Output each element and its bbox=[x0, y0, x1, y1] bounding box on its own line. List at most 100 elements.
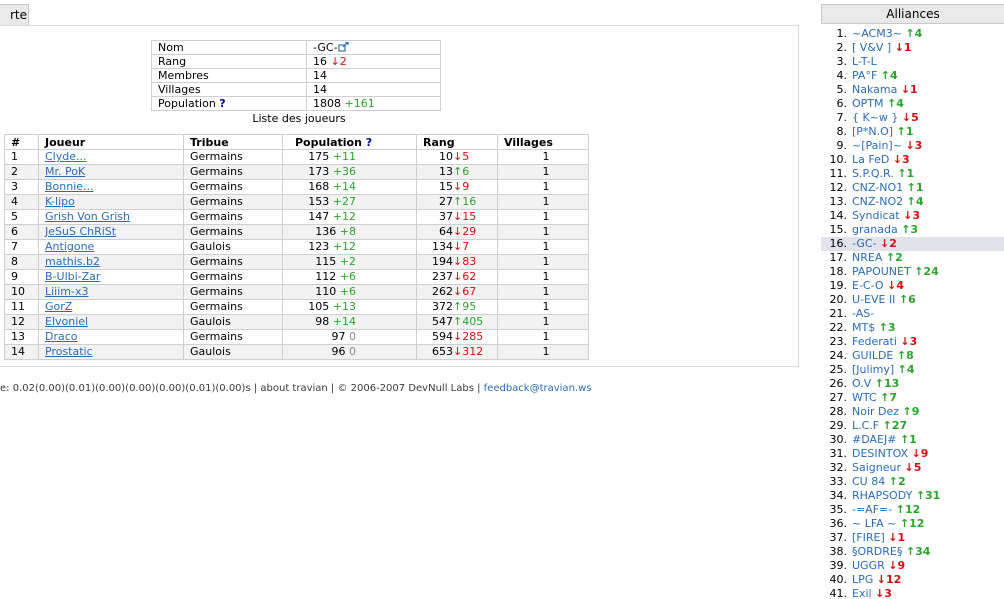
player-link[interactable]: GorZ bbox=[45, 300, 72, 313]
alliance-name[interactable]: L-T-L bbox=[852, 55, 877, 68]
alliance-item[interactable]: 11. S.P.Q.R. ↑1 bbox=[821, 167, 1004, 181]
alliance-name[interactable]: O.V bbox=[852, 377, 871, 390]
alliance-name[interactable]: PAPOUNET bbox=[852, 265, 911, 278]
player-link[interactable]: Draco bbox=[45, 330, 78, 343]
alliance-name[interactable]: CNZ-NO2 bbox=[852, 195, 903, 208]
alliance-item[interactable]: 16. -GC- ↓2 bbox=[821, 237, 1004, 251]
alliance-name[interactable]: OPTM bbox=[852, 97, 884, 110]
alliance-name[interactable]: U-EVE II bbox=[852, 293, 895, 306]
player-link[interactable]: Bonnie... bbox=[45, 180, 94, 193]
alliance-item[interactable]: 37. [FIRE] ↓1 bbox=[821, 531, 1004, 545]
alliance-name[interactable]: Syndicat bbox=[852, 209, 900, 222]
alliance-item[interactable]: 28. Noir Dez ↑9 bbox=[821, 405, 1004, 419]
alliance-item[interactable]: 10. La FeD ↓3 bbox=[821, 153, 1004, 167]
alliance-item[interactable]: 12. CNZ-NO1 ↑1 bbox=[821, 181, 1004, 195]
alliance-item[interactable]: 25. [Julimy] ↑4 bbox=[821, 363, 1004, 377]
alliance-item[interactable]: 39. UGGR ↓9 bbox=[821, 559, 1004, 573]
player-link[interactable]: B-Ulbi-Zar bbox=[45, 270, 100, 283]
alliance-name[interactable]: #DAEJ# bbox=[852, 433, 896, 446]
alliance-item[interactable]: 22. MT$ ↑3 bbox=[821, 321, 1004, 335]
map-tab[interactable]: rte bbox=[0, 4, 29, 26]
alliance-item[interactable]: 15. granada ↑3 bbox=[821, 223, 1004, 237]
alliance-name[interactable]: -=AF=- bbox=[852, 503, 892, 516]
alliance-item[interactable]: 1. ~ACM3~ ↑4 bbox=[821, 27, 1004, 41]
player-link[interactable]: Liiim-x3 bbox=[45, 285, 89, 298]
alliance-item[interactable]: 6. OPTM ↑4 bbox=[821, 97, 1004, 111]
alliance-name[interactable]: -GC- bbox=[852, 237, 877, 250]
alliance-item[interactable]: 4. PA°F ↑4 bbox=[821, 69, 1004, 83]
alliance-item[interactable]: 27. WTC ↑7 bbox=[821, 391, 1004, 405]
alliance-name[interactable]: ~ LFA ~ bbox=[852, 517, 896, 530]
alliance-item[interactable]: 2. [ V&V ] ↓1 bbox=[821, 41, 1004, 55]
alliance-item[interactable]: 13. CNZ-NO2 ↑4 bbox=[821, 195, 1004, 209]
alliance-name[interactable]: MT$ bbox=[852, 321, 875, 334]
alliance-item[interactable]: 41. Exil ↓3 bbox=[821, 587, 1004, 599]
alliance-name[interactable]: { K~w } bbox=[852, 111, 898, 124]
alliance-name[interactable]: Nakama bbox=[852, 83, 897, 96]
external-link-icon[interactable] bbox=[337, 41, 349, 52]
player-link[interactable]: Mr. PoK bbox=[45, 165, 85, 178]
alliance-item[interactable]: 38. §ORDRE§ ↑34 bbox=[821, 545, 1004, 559]
alliance-item[interactable]: 34. RHAPSODY ↑31 bbox=[821, 489, 1004, 503]
alliance-name[interactable]: LPG bbox=[852, 573, 873, 586]
player-link[interactable]: Clyde... bbox=[45, 150, 87, 163]
alliance-item[interactable]: 8. [P*N.O] ↑1 bbox=[821, 125, 1004, 139]
alliance-name[interactable]: -AS- bbox=[852, 307, 874, 320]
alliance-item[interactable]: 23. Federati ↓3 bbox=[821, 335, 1004, 349]
alliance-name[interactable]: granada bbox=[852, 223, 898, 236]
player-link[interactable]: Antigone bbox=[45, 240, 94, 253]
alliance-name[interactable]: DESINTOX bbox=[852, 447, 908, 460]
alliance-item[interactable]: 24. GUILDE ↑8 bbox=[821, 349, 1004, 363]
alliance-name[interactable]: CU 84 bbox=[852, 475, 885, 488]
player-link[interactable]: mathis.b2 bbox=[45, 255, 100, 268]
alliance-item[interactable]: 5. Nakama ↓1 bbox=[821, 83, 1004, 97]
alliance-name[interactable]: [P*N.O] bbox=[852, 125, 893, 138]
alliance-item[interactable]: 3. L-T-L bbox=[821, 55, 1004, 69]
alliance-name[interactable]: NREA bbox=[852, 251, 882, 264]
alliance-name[interactable]: La FeD bbox=[852, 153, 889, 166]
alliance-item[interactable]: 9. ~[Pain]~ ↓3 bbox=[821, 139, 1004, 153]
help-icon[interactable]: ? bbox=[219, 97, 225, 110]
alliance-name[interactable]: Federati bbox=[852, 335, 897, 348]
alliance-item[interactable]: 36. ~ LFA ~ ↑12 bbox=[821, 517, 1004, 531]
alliance-item[interactable]: 14. Syndicat ↓3 bbox=[821, 209, 1004, 223]
alliance-name[interactable]: PA°F bbox=[852, 69, 877, 82]
alliance-name[interactable]: GUILDE bbox=[852, 349, 893, 362]
alliance-item[interactable]: 35. -=AF=- ↑12 bbox=[821, 503, 1004, 517]
alliance-item[interactable]: 31. DESINTOX ↓9 bbox=[821, 447, 1004, 461]
player-link[interactable]: Elvoniel bbox=[45, 315, 88, 328]
alliance-name[interactable]: RHAPSODY bbox=[852, 489, 912, 502]
alliance-item[interactable]: 20. U-EVE II ↑6 bbox=[821, 293, 1004, 307]
alliance-name[interactable]: E-C-O bbox=[852, 279, 884, 292]
alliance-item[interactable]: 30. #DAEJ# ↑1 bbox=[821, 433, 1004, 447]
help-icon[interactable]: ? bbox=[366, 136, 372, 149]
alliance-name[interactable]: CNZ-NO1 bbox=[852, 181, 903, 194]
alliance-item[interactable]: 32. Saigneur ↓5 bbox=[821, 461, 1004, 475]
alliance-name[interactable]: WTC bbox=[852, 391, 877, 404]
alliance-name[interactable]: [FIRE] bbox=[852, 531, 885, 544]
alliance-name[interactable]: Noir Dez bbox=[852, 405, 899, 418]
alliance-item[interactable]: 7. { K~w } ↓5 bbox=[821, 111, 1004, 125]
alliance-name[interactable]: ~[Pain]~ bbox=[852, 139, 902, 152]
alliance-name[interactable]: S.P.Q.R. bbox=[852, 167, 894, 180]
alliance-name[interactable]: L.C.F bbox=[852, 419, 879, 432]
alliance-item[interactable]: 17. NREA ↑2 bbox=[821, 251, 1004, 265]
alliance-name[interactable]: Saigneur bbox=[852, 461, 901, 474]
player-link[interactable]: K-lipo bbox=[45, 195, 75, 208]
alliance-item[interactable]: 33. CU 84 ↑2 bbox=[821, 475, 1004, 489]
alliance-name[interactable]: [Julimy] bbox=[852, 363, 894, 376]
player-link[interactable]: Prostatic bbox=[45, 345, 93, 358]
player-link[interactable]: JeSuS ChRiSt bbox=[45, 225, 116, 238]
alliance-name[interactable]: §ORDRE§ bbox=[852, 545, 902, 558]
alliance-item[interactable]: 19. E-C-O ↓4 bbox=[821, 279, 1004, 293]
alliance-name[interactable]: UGGR bbox=[852, 559, 885, 572]
alliance-item[interactable]: 21. -AS- bbox=[821, 307, 1004, 321]
alliance-item[interactable]: 18. PAPOUNET ↑24 bbox=[821, 265, 1004, 279]
alliance-name[interactable]: Exil bbox=[852, 587, 872, 599]
alliance-item[interactable]: 29. L.C.F ↑27 bbox=[821, 419, 1004, 433]
alliance-name[interactable]: ~ACM3~ bbox=[852, 27, 902, 40]
alliance-name[interactable]: [ V&V ] bbox=[852, 41, 891, 54]
player-link[interactable]: Grish Von Grish bbox=[45, 210, 130, 223]
alliance-item[interactable]: 26. O.V ↑13 bbox=[821, 377, 1004, 391]
feedback-link[interactable]: feedback@travian.ws bbox=[484, 383, 592, 394]
